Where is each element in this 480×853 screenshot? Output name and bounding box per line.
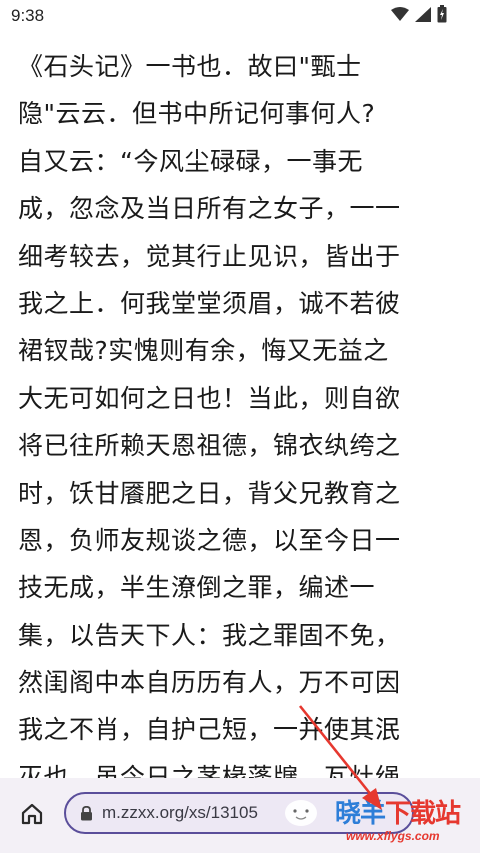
text-line: 自又云：“今风尘碌碌，一事无 (18, 146, 363, 176)
home-icon (20, 802, 44, 830)
watermark-title-part1: 晓羊 (335, 799, 386, 829)
text-line: 成，忽念及当日所有之女子，一一 (18, 194, 401, 224)
status-time: 9:38 (11, 6, 45, 25)
text-line: 细考较去，觉其行止见识，皆出于 (18, 241, 401, 271)
status-icons (391, 5, 447, 27)
text-line: 集，以告天下人：我之罪固不免， (18, 620, 401, 650)
watermark-logo-icon (282, 797, 320, 829)
text-line: 大无可如何之日也！当此，则自欲 (18, 383, 401, 413)
text-line: 我之上．何我堂堂须眉，诚不若彼 (18, 288, 401, 318)
lock-icon (80, 805, 93, 825)
battery-charging-icon (437, 5, 447, 27)
text-line: 恩，负师友规谈之德，以至今日一 (18, 525, 401, 555)
cellular-signal-icon (415, 6, 431, 26)
text-line: 时，饫甘餍肥之日，背父兄教育之 (18, 478, 401, 508)
home-button[interactable] (12, 798, 52, 834)
watermark-title: 晓羊下载站 (335, 793, 461, 830)
wifi-icon (391, 6, 409, 26)
text-line: 裙钗哉?实愧则有余，悔又无益之 (18, 336, 389, 366)
reading-content: 《石头记》一书也．故曰"甄士 隐"云云．但书中所记何事何人? 自又云：“今风尘碌… (18, 43, 463, 780)
text-line: 将已往所赖天恩祖德，锦衣纨绔之 (18, 431, 401, 461)
text-line: 隐"云云．但书中所记何事何人? (18, 99, 376, 129)
text-line: 灭也．虽今日之茅椽蓬牖，瓦灶绳 (18, 762, 401, 780)
text-line: 然闺阁中本自历历有人，万不可因 (18, 668, 401, 698)
status-bar: 9:38 (0, 0, 480, 32)
watermark-subtitle: www.xflygs.com (346, 829, 440, 843)
url-text: m.zzxx.org/xs/13105 (102, 803, 258, 822)
text-line: 《石头记》一书也．故曰"甄士 (18, 52, 362, 81)
watermark-title-part2: 下载站 (385, 799, 461, 829)
text-line: 我之不肖，自护己短，一并使其泯 (18, 715, 401, 745)
text-line: 技无成，半生潦倒之罪，编述一 (18, 573, 376, 603)
